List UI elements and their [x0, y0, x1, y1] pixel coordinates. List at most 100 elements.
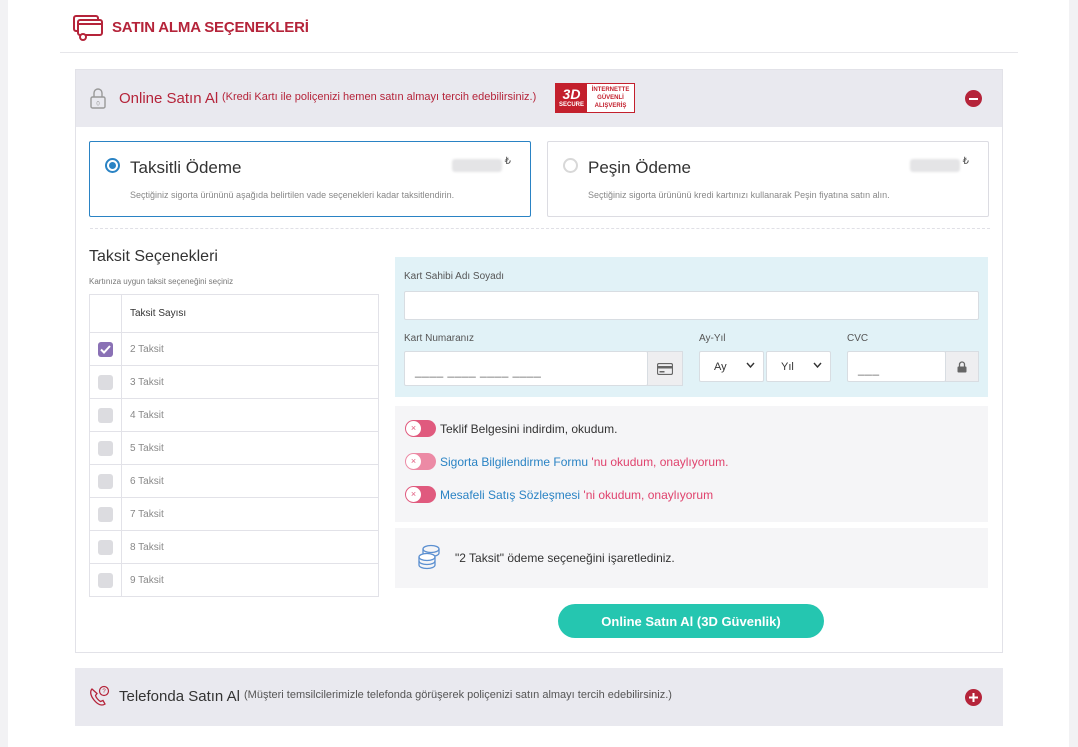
card-holder-label: Kart Sahibi Adı Soyadı — [404, 271, 505, 282]
installment-checkbox[interactable] — [98, 341, 113, 357]
cash-radio[interactable] — [563, 158, 578, 173]
card-number-placeholder: ____ ____ ____ ____ — [415, 364, 542, 378]
payment-card-icon — [72, 13, 106, 46]
table-row[interactable]: 3 Taksit — [90, 365, 378, 398]
cvc-input[interactable]: ___ — [847, 351, 946, 382]
year-value: Yıl — [781, 361, 794, 373]
agreements-box: × Teklif Belgesini indirdim, okudum. × S… — [395, 406, 988, 522]
phone-purchase-panel[interactable]: ? Telefonda Satın Al (Müşteri temsilcile… — [75, 668, 1003, 726]
agreement-row-1[interactable]: × Teklif Belgesini indirdim, okudum. — [405, 420, 617, 437]
online-panel-title: Online Satın Al — [119, 90, 219, 107]
cash-option-title: Peşin Ödeme — [588, 158, 691, 177]
section-divider — [90, 228, 990, 229]
check-icon — [100, 344, 111, 354]
collapse-button[interactable] — [965, 90, 982, 107]
agreement-link-2[interactable]: Sigorta Bilgilendirme Formu — [440, 455, 588, 469]
svg-text:?: ? — [102, 689, 106, 695]
year-select[interactable]: Yıl — [766, 351, 831, 382]
phone-panel-subtitle: (Müşteri temsilcilerimizle telefonda gör… — [244, 689, 672, 701]
agreement-row-3[interactable]: × Mesafeli Satış Sözleşmesi 'ni okudum, … — [405, 486, 713, 503]
badge-secure-text: SECURE — [558, 101, 584, 108]
selection-info: "2 Taksit" ödeme seçeneğini işaretledini… — [395, 528, 988, 588]
table-row[interactable]: 5 Taksit — [90, 431, 378, 464]
credit-card-icon — [657, 362, 673, 375]
online-buy-button[interactable]: Online Satın Al (3D Güvenlik) — [558, 604, 824, 638]
coins-icon — [417, 544, 441, 575]
close-icon: × — [406, 454, 421, 469]
close-icon: × — [406, 421, 421, 436]
installment-checkbox[interactable] — [98, 440, 113, 456]
cash-option-desc: Seçtiğiniz sigorta ürününü kredi kartını… — [588, 190, 890, 200]
minus-icon — [969, 97, 978, 100]
svg-text:0: 0 — [96, 102, 100, 108]
installment-option-desc: Seçtiğiniz sigorta ürününü aşağıda belir… — [130, 190, 455, 200]
card-form: Kart Sahibi Adı Soyadı Kart Numaranız __… — [395, 257, 988, 397]
agreement-toggle-3[interactable]: × — [405, 486, 436, 503]
month-select[interactable]: Ay — [699, 351, 764, 382]
currency-symbol: ₺ — [962, 156, 969, 167]
table-row[interactable]: 7 Taksit — [90, 497, 378, 530]
agreement-text-1: Teklif Belgesini indirdim, okudum. — [440, 421, 618, 436]
expiry-label: Ay-Yıl — [699, 333, 726, 344]
online-panel-header[interactable]: 0 Online Satın Al (Kredi Kartı ile poliç… — [76, 70, 1002, 127]
installment-payment-option[interactable]: Taksitli Ödeme ₺ Seçtiğiniz sigorta ürün… — [89, 141, 531, 217]
installment-label: 3 Taksit — [130, 376, 164, 388]
header-divider — [60, 52, 1018, 53]
installment-price: ₺ — [451, 156, 511, 172]
close-icon: × — [406, 487, 421, 502]
lock-icon — [957, 360, 967, 372]
agreement-toggle-1[interactable]: × — [405, 420, 436, 437]
table-row[interactable]: 6 Taksit — [90, 464, 378, 497]
installment-label: 5 Taksit — [130, 442, 164, 454]
badge-line-2: GÜVENLİ — [597, 95, 624, 101]
installment-checkbox[interactable] — [98, 473, 113, 489]
card-holder-input[interactable] — [404, 291, 979, 320]
agreement-link-3[interactable]: Mesafeli Satış Sözleşmesi — [440, 488, 580, 502]
currency-symbol: ₺ — [504, 156, 511, 167]
installment-checkbox[interactable] — [98, 572, 113, 588]
phone-panel-title: Telefonda Satın Al — [119, 688, 240, 705]
installment-radio[interactable] — [105, 158, 120, 173]
card-addon — [647, 351, 683, 386]
table-header-row: Taksit Sayısı — [90, 295, 378, 332]
agreement-text-3: 'ni okudum, onaylıyorum — [580, 487, 714, 502]
agreement-row-2[interactable]: × Sigorta Bilgilendirme Formu 'nu okudum… — [405, 453, 728, 470]
cash-price: ₺ — [909, 156, 969, 172]
installments-table: Taksit Sayısı 2 Taksit 3 Taksit 4 Taksit… — [89, 294, 379, 597]
badge-line-3: ALIŞVERİŞ — [594, 103, 627, 109]
installment-label: 7 Taksit — [130, 508, 164, 520]
3d-secure-badge: 3D SECURE İNTERNETTE GÜVENLİ ALIŞVERİŞ — [555, 83, 635, 113]
installment-checkbox[interactable] — [98, 506, 113, 522]
cvc-addon — [945, 351, 979, 382]
cash-payment-option[interactable]: Peşin Ödeme ₺ Seçtiğiniz sigorta ürününü… — [547, 141, 989, 217]
month-value: Ay — [714, 361, 727, 373]
installment-label: 8 Taksit — [130, 541, 164, 553]
card-number-label: Kart Numaranız — [404, 333, 475, 344]
installment-label: 2 Taksit — [130, 343, 164, 355]
phone-icon: ? — [87, 685, 111, 714]
installment-checkbox[interactable] — [98, 407, 113, 423]
plus-icon — [969, 693, 978, 702]
table-row[interactable]: 8 Taksit — [90, 530, 378, 563]
installment-label: 4 Taksit — [130, 409, 164, 421]
agreement-text-2: 'nu okudum, onaylıyorum. — [588, 454, 729, 469]
purchase-page: SATIN ALMA SEÇENEKLERİ 0 Online Satın Al… — [8, 0, 1069, 747]
table-row[interactable]: 4 Taksit — [90, 398, 378, 431]
online-purchase-panel: 0 Online Satın Al (Kredi Kartı ile poliç… — [75, 69, 1003, 653]
installment-checkbox[interactable] — [98, 539, 113, 555]
expand-button[interactable] — [965, 689, 982, 706]
chevron-down-icon — [746, 362, 755, 368]
selection-info-text: "2 Taksit" ödeme seçeneğini işaretledini… — [455, 551, 675, 565]
page-header: SATIN ALMA SEÇENEKLERİ — [8, 0, 1069, 53]
page-title: SATIN ALMA SEÇENEKLERİ — [112, 19, 309, 36]
table-row[interactable]: 9 Taksit — [90, 563, 378, 596]
badge-3d-text: 3D — [562, 85, 581, 102]
card-number-input[interactable]: ____ ____ ____ ____ — [404, 351, 648, 386]
chevron-down-icon — [813, 362, 822, 368]
cvc-placeholder: ___ — [858, 362, 880, 376]
agreement-toggle-2[interactable]: × — [405, 453, 436, 470]
installment-option-title: Taksitli Ödeme — [130, 158, 242, 177]
installment-checkbox[interactable] — [98, 374, 113, 390]
table-row[interactable]: 2 Taksit — [90, 332, 378, 365]
lock-icon: 0 — [90, 88, 106, 114]
